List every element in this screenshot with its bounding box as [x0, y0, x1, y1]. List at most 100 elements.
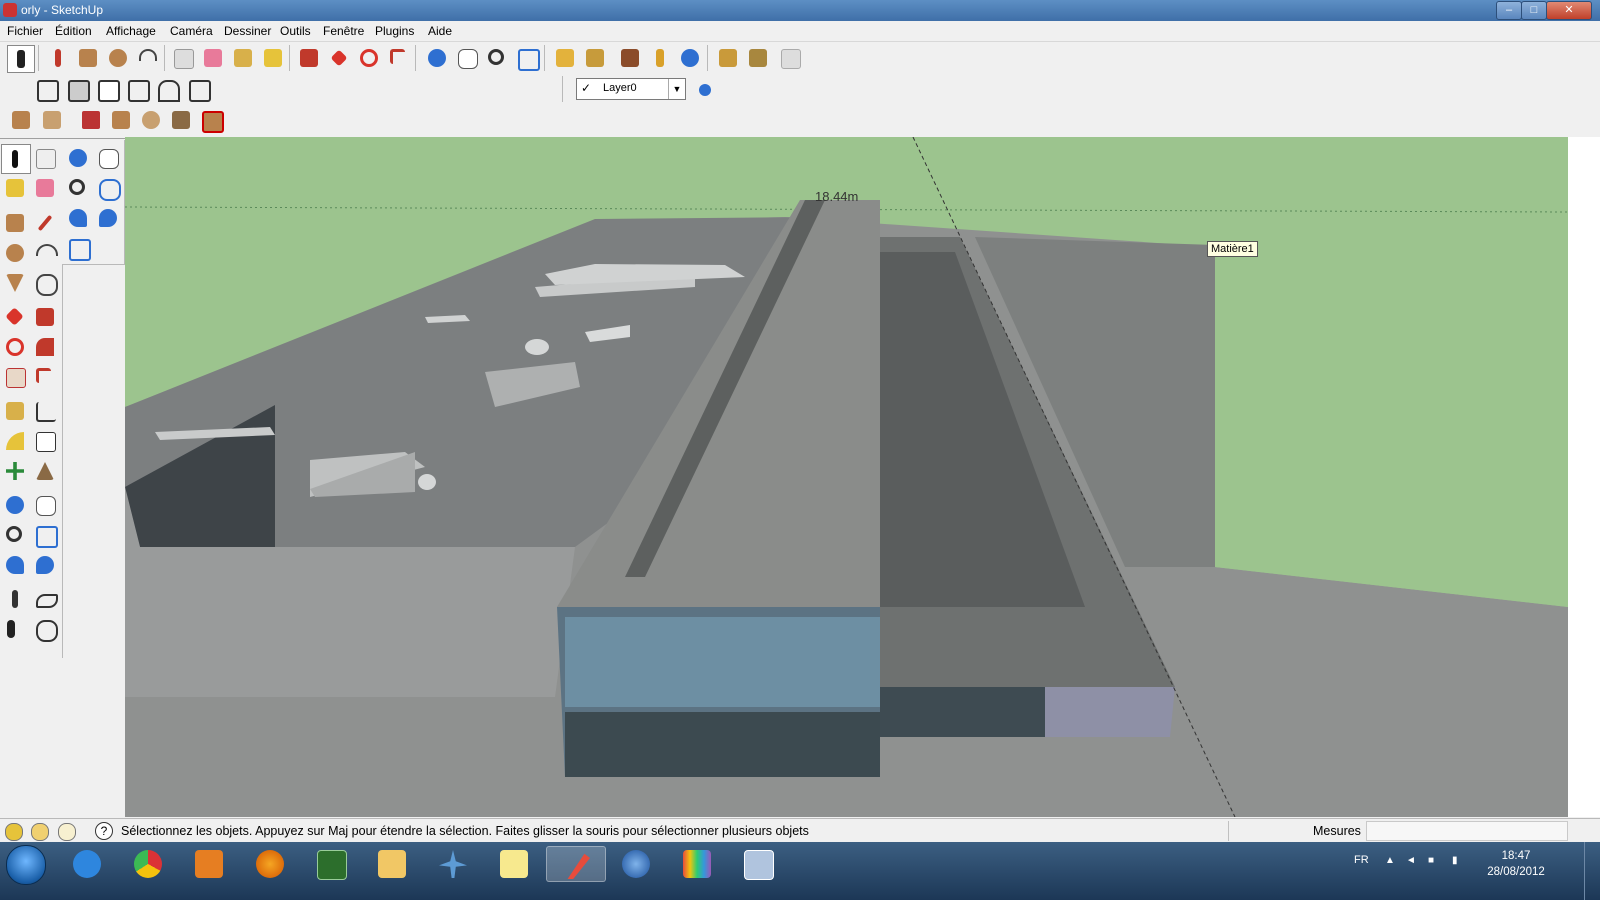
- orbit-tool[interactable]: [1, 491, 29, 519]
- taskbar-archive-app[interactable]: [729, 846, 787, 880]
- help-icon[interactable]: ?: [95, 822, 113, 840]
- flip-edge-button[interactable]: [198, 107, 224, 133]
- maximize-button[interactable]: □: [1521, 1, 1547, 20]
- start-button[interactable]: [6, 845, 46, 885]
- language-indicator[interactable]: FR: [1354, 854, 1369, 866]
- arc-tool[interactable]: [31, 239, 59, 267]
- eraser-tool[interactable]: [31, 174, 59, 202]
- top-view-button[interactable]: [64, 76, 90, 102]
- menu-edition[interactable]: Édition: [55, 24, 92, 38]
- right-view-button[interactable]: [124, 76, 150, 102]
- taskbar-firefox[interactable]: [241, 846, 299, 880]
- tray-expand-icon[interactable]: ▲: [1385, 855, 1397, 867]
- menu-aide[interactable]: Aide: [428, 24, 452, 38]
- next-view-tool[interactable]: [31, 551, 59, 579]
- select-tool-button[interactable]: [7, 45, 35, 73]
- scale-tool[interactable]: [1, 363, 29, 391]
- taskbar-internet-explorer[interactable]: [58, 846, 116, 880]
- network-icon[interactable]: ▮: [1452, 855, 1464, 867]
- menu-outils[interactable]: Outils: [280, 24, 311, 38]
- previous-view-tool-2[interactable]: [64, 204, 92, 232]
- rotate-tool[interactable]: [1, 333, 29, 361]
- zoom-tool[interactable]: [1, 521, 29, 549]
- sandbox-scratch-button[interactable]: [39, 107, 65, 133]
- taskbar-flight-app[interactable]: [424, 846, 482, 880]
- eraser-tool-button[interactable]: [200, 45, 226, 71]
- component-tool[interactable]: [31, 144, 59, 172]
- get-models-button[interactable]: [552, 45, 578, 71]
- 3d-text-tool[interactable]: [31, 457, 59, 485]
- zoom-window-tool[interactable]: [31, 521, 59, 549]
- back-view-button[interactable]: [154, 76, 180, 102]
- rectangle-tool[interactable]: [1, 209, 29, 237]
- orbit-tool-2[interactable]: [64, 144, 92, 172]
- menu-fichier[interactable]: Fichier: [7, 24, 43, 38]
- taskbar-sketchup[interactable]: [546, 846, 606, 882]
- menu-plugins[interactable]: Plugins: [375, 24, 414, 38]
- add-location-button[interactable]: [647, 45, 673, 71]
- text-tool[interactable]: [31, 427, 59, 455]
- pencil-tool-button[interactable]: [45, 45, 71, 71]
- orbit-tool-button[interactable]: [424, 45, 450, 71]
- arc-tool-button[interactable]: [135, 45, 161, 71]
- smoove-button[interactable]: [78, 107, 104, 133]
- protractor-tool[interactable]: [1, 427, 29, 455]
- stamp-button[interactable]: [108, 107, 134, 133]
- rotate-tool-button[interactable]: [356, 45, 382, 71]
- system-clock[interactable]: 18:47 28/08/2012: [1486, 848, 1546, 880]
- layer-dropdown[interactable]: ✓ Layer0 ▼: [576, 78, 686, 100]
- menu-camera[interactable]: Caméra: [170, 24, 213, 38]
- chevron-down-icon[interactable]: ▼: [668, 79, 685, 99]
- move-tool-button[interactable]: [326, 45, 352, 71]
- show-desktop-button[interactable]: [1584, 842, 1600, 900]
- credits-icon[interactable]: [31, 823, 49, 841]
- close-button[interactable]: ✕: [1546, 1, 1592, 20]
- user-icon[interactable]: [58, 823, 76, 841]
- zoom-window-tool-2[interactable]: [94, 174, 122, 202]
- geo-location-icon[interactable]: [5, 823, 23, 841]
- modeling-viewport[interactable]: 18.44m Matière1: [125, 137, 1568, 817]
- taskbar-google-earth[interactable]: [607, 846, 665, 880]
- taskbar-chip-app[interactable]: [302, 846, 360, 880]
- zoom-tool-2[interactable]: [64, 174, 92, 202]
- iso-view-button[interactable]: [33, 76, 59, 102]
- action-center-icon[interactable]: ■: [1428, 855, 1440, 867]
- zoom-extents-tool-2[interactable]: [64, 234, 92, 262]
- front-view-button[interactable]: [94, 76, 120, 102]
- measurements-input[interactable]: [1366, 821, 1568, 841]
- look-around-tool[interactable]: [31, 585, 59, 613]
- freehand-tool[interactable]: [31, 269, 59, 297]
- sandbox-contours-button[interactable]: [8, 107, 34, 133]
- followme-tool-button[interactable]: [386, 45, 412, 71]
- rectangle-tool-button[interactable]: [75, 45, 101, 71]
- paint-tool-button[interactable]: [260, 45, 286, 71]
- line-tool[interactable]: [31, 209, 59, 237]
- pushpull-tool-button[interactable]: [296, 45, 322, 71]
- layer-manager-button[interactable]: [689, 76, 715, 102]
- circle-tool-button[interactable]: [105, 45, 131, 71]
- volume-icon[interactable]: ◄: [1406, 855, 1418, 867]
- drape-button[interactable]: [138, 107, 164, 133]
- offset-tool[interactable]: [31, 363, 59, 391]
- tape-measure-tool[interactable]: [1, 397, 29, 425]
- pushpull-tool[interactable]: [31, 303, 59, 331]
- paint-tool[interactable]: [1, 174, 29, 202]
- get-photo-button[interactable]: [715, 45, 741, 71]
- tape-tool-button[interactable]: [230, 45, 256, 71]
- add-detail-button[interactable]: [168, 107, 194, 133]
- menu-fenetre[interactable]: Fenêtre: [323, 24, 364, 38]
- minimize-button[interactable]: –: [1496, 1, 1522, 20]
- extensions-button[interactable]: [745, 45, 771, 71]
- taskbar-color-app[interactable]: [668, 846, 726, 880]
- next-view-tool-2[interactable]: [94, 204, 122, 232]
- taskbar-sticky-notes[interactable]: [485, 846, 543, 880]
- dimension-tool[interactable]: [31, 397, 59, 425]
- taskbar-chrome[interactable]: [119, 846, 177, 880]
- section-plane-tool[interactable]: [31, 615, 59, 643]
- axes-tool[interactable]: [1, 457, 29, 485]
- zoom-tool-button[interactable]: [484, 45, 510, 71]
- send-button[interactable]: [777, 45, 803, 71]
- google-earth-button[interactable]: [677, 45, 703, 71]
- circle-tool[interactable]: [1, 239, 29, 267]
- walk-tool[interactable]: [1, 615, 29, 643]
